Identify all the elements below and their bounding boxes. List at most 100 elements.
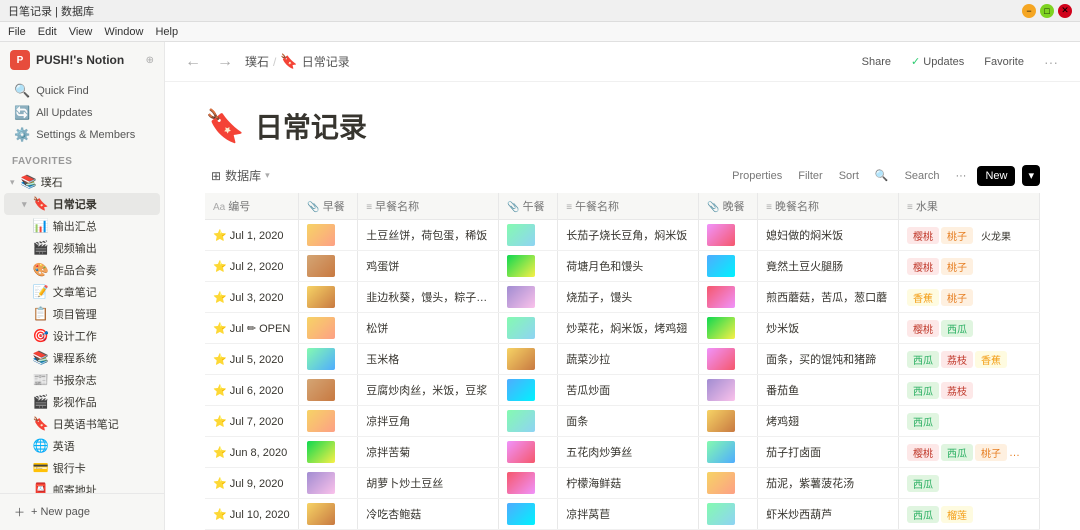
- cell-lunch-img[interactable]: [499, 251, 558, 282]
- share-button[interactable]: Share: [856, 53, 897, 71]
- cell-lunch-img[interactable]: [499, 437, 558, 468]
- cell-breakfast-img[interactable]: [299, 251, 358, 282]
- cell-lunch-name[interactable]: 荷塘月色和馒头: [558, 251, 699, 282]
- new-record-chevron[interactable]: ▾: [1022, 165, 1040, 186]
- cell-id[interactable]: ⭐Jul 9, 2020: [205, 468, 299, 499]
- cell-lunch-name[interactable]: 凉拌莴苣: [558, 499, 699, 530]
- table-row[interactable]: ⭐Jul 10, 2020冷吃杏鲍菇凉拌莴苣虾米炒西葫芦西瓜榴莲: [205, 499, 1040, 530]
- cell-dinner-img[interactable]: [699, 313, 758, 344]
- sidebar-item-works[interactable]: ▾ 🎨 作品合奏: [4, 259, 160, 281]
- workspace-header[interactable]: P PUSH!'s Notion ⊕: [0, 42, 164, 78]
- cell-id[interactable]: ⭐Jul 6, 2020: [205, 375, 299, 406]
- cell-dinner-img[interactable]: [699, 499, 758, 530]
- table-row[interactable]: ⭐Jun 8, 2020 凉拌苦菊 五花肉炒笋丝 茄子打卤面樱桃西瓜桃子葡: [205, 437, 1040, 468]
- cell-id[interactable]: ⭐Jul 3, 2020: [205, 282, 299, 313]
- search-icon-btn[interactable]: 🔍: [870, 167, 894, 184]
- maximize-btn[interactable]: □: [1040, 4, 1054, 18]
- sidebar-item-output[interactable]: ▾ 📊 输出汇总: [4, 215, 160, 237]
- sidebar-item-projects[interactable]: ▾ 📋 项目管理: [4, 303, 160, 325]
- cell-id[interactable]: ⭐Jul 2, 2020: [205, 251, 299, 282]
- cell-lunch-name[interactable]: 长茄子烧长豆角，焖米饭: [558, 220, 699, 251]
- sidebar-item-english[interactable]: ▾ 🌐 英语: [4, 435, 160, 457]
- cell-lunch-img[interactable]: [499, 344, 558, 375]
- cell-fruits[interactable]: 樱桃西瓜桃子葡: [899, 437, 1040, 468]
- cell-dinner-name[interactable]: 番茄鱼: [758, 375, 899, 406]
- properties-button[interactable]: Properties: [727, 168, 787, 184]
- cell-breakfast-name[interactable]: 豆腐炒肉丝，米饭，豆浆: [358, 375, 499, 406]
- cell-dinner-name[interactable]: 茄子打卤面: [758, 437, 899, 468]
- cell-breakfast-img[interactable]: [299, 499, 358, 530]
- cell-breakfast-img[interactable]: [299, 313, 358, 344]
- cell-dinner-name[interactable]: 煎西蘑菇，苦瓜，葱口蘑: [758, 282, 899, 313]
- cell-lunch-img[interactable]: [499, 282, 558, 313]
- cell-id[interactable]: ⭐Jul ✏ OPEN: [205, 313, 299, 344]
- cell-dinner-img[interactable]: [699, 375, 758, 406]
- breadcrumb-daily[interactable]: 日常记录: [302, 53, 350, 70]
- cell-dinner-img[interactable]: [699, 344, 758, 375]
- favorite-button[interactable]: Favorite: [978, 53, 1030, 71]
- cell-dinner-img[interactable]: [699, 220, 758, 251]
- table-row[interactable]: ⭐Jul 7, 2020凉拌豆角面条烤鸡翅西瓜: [205, 406, 1040, 437]
- sidebar-item-design[interactable]: ▾ 🎯 设计工作: [4, 325, 160, 347]
- cell-dinner-name[interactable]: 媳妇做的焖米饭: [758, 220, 899, 251]
- cell-id[interactable]: ⭐Jul 1, 2020: [205, 220, 299, 251]
- cell-fruits[interactable]: 樱桃桃子: [899, 251, 1040, 282]
- settings-members[interactable]: ⚙️ Settings & Members: [8, 124, 156, 146]
- table-row[interactable]: ⭐Jul 1, 2020 土豆丝饼，荷包蛋，稀饭 长茄子烧长豆角，焖米饭 媳妇做的焖米…: [205, 220, 1040, 251]
- cell-breakfast-img[interactable]: [299, 375, 358, 406]
- cell-fruits[interactable]: 西瓜榴莲: [899, 499, 1040, 530]
- menu-help[interactable]: Help: [155, 26, 178, 38]
- new-page-button[interactable]: ＋ + New page: [8, 500, 156, 524]
- cell-id[interactable]: ⭐Jul 10, 2020: [205, 499, 299, 530]
- cell-lunch-name[interactable]: 五花肉炒笋丝: [558, 437, 699, 468]
- cell-fruits[interactable]: 樱桃桃子火龙果: [899, 220, 1040, 251]
- cell-breakfast-name[interactable]: 凉拌苦菊: [358, 437, 499, 468]
- db-view-button[interactable]: ⊞ 数据库 ▾: [205, 164, 276, 187]
- close-btn[interactable]: ✕: [1058, 4, 1072, 18]
- forward-button[interactable]: →: [213, 51, 237, 73]
- cell-fruits[interactable]: 西瓜: [899, 406, 1040, 437]
- sidebar-item-newspaper[interactable]: ▾ 📰 书报杂志: [4, 369, 160, 391]
- cell-lunch-img[interactable]: [499, 468, 558, 499]
- cell-breakfast-name[interactable]: 冷吃杏鲍菇: [358, 499, 499, 530]
- cell-breakfast-img[interactable]: [299, 344, 358, 375]
- new-record-button[interactable]: New: [977, 166, 1015, 186]
- table-row[interactable]: ⭐Jul 9, 2020胡萝卜炒土豆丝柠檬海鲜菇茄泥，紫薯菠花汤西瓜: [205, 468, 1040, 499]
- cell-fruits[interactable]: 西瓜: [899, 468, 1040, 499]
- minimize-btn[interactable]: −: [1022, 4, 1036, 18]
- search-button[interactable]: Search: [900, 168, 945, 184]
- cell-lunch-name[interactable]: 苦瓜炒面: [558, 375, 699, 406]
- back-button[interactable]: ←: [181, 51, 205, 73]
- cell-lunch-img[interactable]: [499, 313, 558, 344]
- cell-dinner-name[interactable]: 竟然土豆火腿肠: [758, 251, 899, 282]
- sidebar-item-english-notes[interactable]: ▾ 🔖 日英语书笔记: [4, 413, 160, 435]
- cell-lunch-name[interactable]: 炒菜花，焖米饭，烤鸡翅: [558, 313, 699, 344]
- cell-breakfast-img[interactable]: [299, 282, 358, 313]
- breadcrumb-puseki[interactable]: 璞石: [245, 53, 269, 70]
- menu-file[interactable]: File: [8, 26, 26, 38]
- cell-breakfast-img[interactable]: [299, 220, 358, 251]
- cell-lunch-img[interactable]: [499, 499, 558, 530]
- cell-fruits[interactable]: 西瓜荔枝香蕉: [899, 344, 1040, 375]
- filter-button[interactable]: Filter: [793, 168, 827, 184]
- sidebar-item-films[interactable]: ▾ 🎬 影视作品: [4, 391, 160, 413]
- cell-lunch-name[interactable]: 柠檬海鲜菇: [558, 468, 699, 499]
- menu-edit[interactable]: Edit: [38, 26, 57, 38]
- cell-fruits[interactable]: 樱桃西瓜: [899, 313, 1040, 344]
- cell-dinner-name[interactable]: 茄泥，紫薯菠花汤: [758, 468, 899, 499]
- cell-breakfast-name[interactable]: 土豆丝饼，荷包蛋，稀饭: [358, 220, 499, 251]
- cell-dinner-img[interactable]: [699, 406, 758, 437]
- cell-breakfast-name[interactable]: 韭边秋葵，馒头，粽子，小米粥: [358, 282, 499, 313]
- sidebar-item-video[interactable]: ▾ 🎬 视频输出: [4, 237, 160, 259]
- quick-find[interactable]: 🔍 Quick Find: [8, 80, 156, 102]
- cell-id[interactable]: ⭐Jun 8, 2020: [205, 437, 299, 468]
- cell-fruits[interactable]: 香蕉桃子: [899, 282, 1040, 313]
- sidebar-item-bank[interactable]: ▾ 💳 银行卡: [4, 457, 160, 479]
- cell-breakfast-name[interactable]: 松饼: [358, 313, 499, 344]
- cell-fruits[interactable]: 西瓜荔枝: [899, 375, 1040, 406]
- table-row[interactable]: ⭐Jul ✏ OPEN松饼炒菜花，焖米饭，烤鸡翅炒米饭樱桃西瓜: [205, 313, 1040, 344]
- cell-dinner-img[interactable]: [699, 468, 758, 499]
- cell-dinner-img[interactable]: [699, 251, 758, 282]
- more-button[interactable]: ···: [1038, 52, 1064, 72]
- sidebar-item-puseki[interactable]: ▾ 📚 璞石: [4, 171, 160, 193]
